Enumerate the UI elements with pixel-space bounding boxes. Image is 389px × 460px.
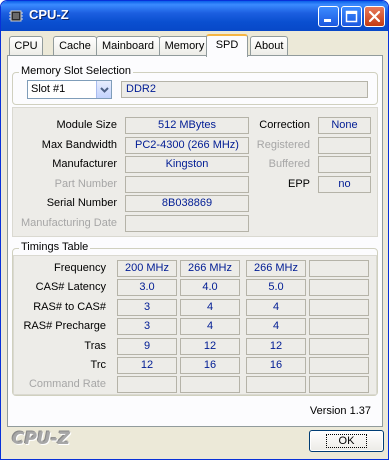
manufacturer-value: Kingston: [125, 156, 249, 173]
ok-button[interactable]: OK: [309, 430, 384, 452]
cpuz-brand-logo: CPU-Z: [12, 429, 71, 449]
timing-row-label: Frequency: [54, 262, 106, 274]
manufacturer-label: Manufacturer: [52, 158, 117, 170]
timing-row-label: Command Rate: [28, 378, 106, 390]
timing-cell: 16: [246, 357, 306, 374]
ok-button-label: OK: [325, 434, 368, 448]
buffered-label: Buffered: [268, 158, 310, 170]
part-number-value: [125, 176, 249, 193]
timing-cell: 200 MHz: [117, 260, 177, 277]
max-bandwidth-label: Max Bandwidth: [41, 139, 117, 151]
timing-cell: [309, 260, 369, 277]
timing-cell: [180, 376, 240, 393]
timing-cell: [246, 376, 306, 393]
correction-label: Correction: [259, 119, 310, 131]
timing-cell: 16: [180, 357, 240, 374]
timing-cell: 12: [117, 357, 177, 374]
timing-cell: 4: [246, 318, 306, 335]
timing-cell: [309, 357, 369, 374]
serial-number-label: Serial Number: [46, 197, 117, 209]
correction-value: None: [318, 117, 371, 134]
tab-mainboard[interactable]: Mainboard: [96, 36, 160, 56]
timing-cell: [309, 299, 369, 316]
serial-number-value: 8B038869: [125, 195, 249, 212]
title-bar[interactable]: CPU-Z: [1, 1, 388, 31]
timing-cell: 266 MHz: [246, 260, 306, 277]
group-title: Memory Slot Selection: [19, 65, 134, 77]
memory-type-field: DDR2: [121, 81, 368, 98]
tab-strip: CPU Cache Mainboard Memory SPD About: [7, 34, 383, 57]
minimize-button[interactable]: [318, 6, 339, 27]
timing-row-label: RAS# Precharge: [23, 320, 106, 332]
epp-value: no: [318, 176, 371, 193]
module-size-label: Module Size: [56, 119, 117, 131]
slot-select[interactable]: Slot #1: [27, 80, 112, 99]
manufacturing-date-value: [125, 215, 249, 232]
tab-cpu[interactable]: CPU: [9, 36, 43, 56]
minimize-icon: [324, 19, 331, 22]
maximize-icon: [345, 10, 358, 23]
timing-cell: 266 MHz: [180, 260, 240, 277]
timing-cell: 3.0: [117, 279, 177, 296]
buffered-value: [318, 156, 371, 173]
timing-row-label: RAS# to CAS#: [33, 301, 106, 313]
chevron-down-icon: [100, 87, 109, 93]
version-label: Version 1.37: [309, 405, 371, 417]
timing-cell: 5.0: [246, 279, 306, 296]
tab-cache[interactable]: Cache: [53, 36, 97, 56]
dropdown-arrow[interactable]: [96, 81, 111, 98]
timing-row-label: Tras: [84, 340, 106, 352]
timing-cell: [309, 376, 369, 393]
timing-cell: [117, 376, 177, 393]
cpu-chip-icon: [9, 10, 23, 22]
timing-cell: 3: [117, 318, 177, 335]
manufacturing-date-label: Manufacturing Date: [21, 217, 117, 229]
tab-about[interactable]: About: [250, 36, 288, 56]
tab-spd[interactable]: SPD: [206, 34, 248, 57]
close-icon: [368, 10, 381, 23]
module-size-value: 512 MBytes: [125, 117, 249, 134]
timing-cell: 4: [180, 318, 240, 335]
slot-select-value: Slot #1: [31, 83, 66, 95]
timing-cell: [309, 279, 369, 296]
part-number-label: Part Number: [54, 178, 117, 190]
timing-cell: 4: [246, 299, 306, 316]
cpuz-window: CPU-Z CPU Cache Mainboard Memory SPD Abo…: [0, 0, 389, 460]
timing-row-label: CAS# Latency: [35, 281, 106, 293]
timing-cell: 4.0: [180, 279, 240, 296]
registered-label: Registered: [256, 139, 310, 151]
timing-row-label: Trc: [90, 359, 106, 371]
timing-cell: 4: [180, 299, 240, 316]
tab-memory[interactable]: Memory: [159, 36, 210, 56]
timing-cell: [309, 318, 369, 335]
registered-value: [318, 137, 371, 154]
timing-cell: 12: [246, 338, 306, 355]
close-button[interactable]: [364, 6, 385, 27]
maximize-button[interactable]: [341, 6, 362, 27]
timing-cell: 9: [117, 338, 177, 355]
timing-cell: [309, 338, 369, 355]
timing-cell: 12: [180, 338, 240, 355]
group-title: Timings Table: [19, 241, 91, 253]
timing-cell: 3: [117, 299, 177, 316]
max-bandwidth-value: PC2-4300 (266 MHz): [125, 137, 249, 154]
window-title: CPU-Z: [29, 7, 69, 22]
epp-label: EPP: [287, 178, 310, 190]
